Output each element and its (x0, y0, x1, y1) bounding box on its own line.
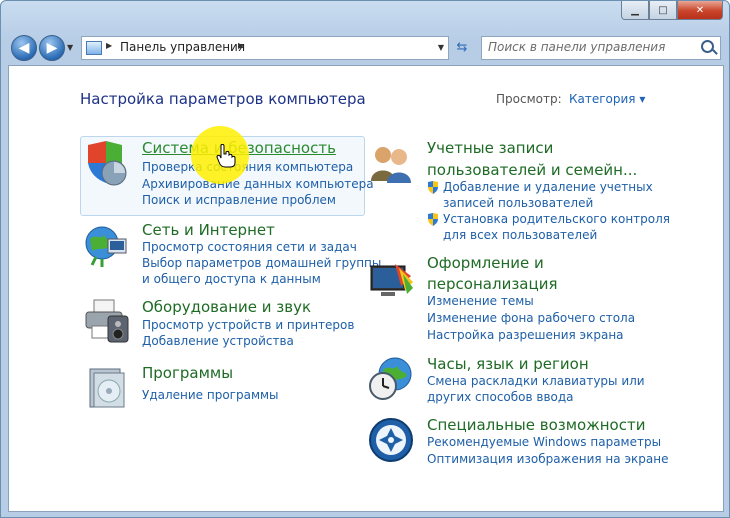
category-title-accessibility[interactable]: Специальные возможности (427, 416, 645, 434)
category-title-user-accounts-line1[interactable]: Учетные записи (427, 139, 553, 157)
accessibility-icon (369, 418, 413, 462)
forward-button[interactable]: ▶ (39, 35, 65, 61)
arrow-left-icon: ◀ (18, 40, 30, 56)
link-network-status[interactable]: Просмотр состояния сети и задач (142, 240, 357, 254)
search-icon[interactable] (701, 40, 714, 53)
link-homegroup[interactable]: Выбор параметров домашней группы (142, 256, 381, 270)
title-bar[interactable]: ▁ □ ✕ (1, 1, 729, 29)
refresh-icon: ⇆ (456, 39, 468, 55)
link-input-methods[interactable]: других способов ввода (427, 390, 574, 404)
content-area: Настройка параметров компьютера Просмотр… (8, 65, 724, 512)
breadcrumb-control-panel[interactable]: Панель управления (120, 40, 245, 54)
minimize-button[interactable]: ▁ (621, 1, 649, 20)
users-icon (371, 147, 411, 183)
arrow-right-icon: ▶ (46, 40, 58, 56)
control-panel-icon (86, 41, 102, 55)
close-button[interactable]: ✕ (677, 1, 723, 20)
network-globe-icon (85, 226, 127, 267)
category-title-user-accounts-line2[interactable]: пользователей и семейн... (427, 161, 637, 179)
search-box[interactable] (481, 36, 721, 60)
category-title-hardware-sound[interactable]: Оборудование и звук (142, 298, 311, 316)
link-parental-controls-cont[interactable]: для всех пользователей (443, 228, 597, 242)
breadcrumb-separator-icon[interactable]: ▶ (238, 41, 244, 50)
caption-buttons: ▁ □ ✕ (621, 1, 723, 20)
link-optimize-display[interactable]: Оптимизация изображения на экране (427, 452, 668, 466)
link-uninstall-program[interactable]: Удаление программы (142, 388, 279, 402)
programs-icon (89, 368, 125, 408)
appearance-icon (370, 264, 413, 296)
recent-pages-dropdown[interactable]: ▼ (67, 43, 73, 52)
category-title-programs[interactable]: Программы (142, 364, 233, 382)
category-title-clock-region[interactable]: Часы, язык и регион (427, 355, 589, 373)
security-shield-icon (88, 141, 127, 186)
link-backup-computer[interactable]: Архивирование данных компьютера (142, 177, 374, 191)
link-troubleshoot[interactable]: Поиск и исправление проблем (142, 193, 336, 207)
page-title: Настройка параметров компьютера (80, 90, 366, 108)
link-sharing[interactable]: и общего доступа к данным (142, 272, 321, 286)
view-by-dropdown[interactable]: Категория ▾ (569, 92, 645, 106)
view-label: Просмотр: (496, 92, 562, 106)
link-recommended-settings[interactable]: Рекомендуемые Windows параметры (427, 435, 661, 449)
link-parental-controls[interactable]: Установка родительского контроля (443, 212, 670, 226)
navigation-bar: ◀ ▶ ▼ ▶ Панель управления ▶ ▼ ⇆ (1, 31, 729, 65)
control-panel-window: ▁ □ ✕ ◀ ▶ ▼ ▶ Панель управления ▶ ▼ ⇆ На… (0, 0, 730, 518)
category-title-appearance-line2[interactable]: персонализация (427, 275, 557, 293)
breadcrumb-separator-icon[interactable]: ▶ (106, 41, 112, 50)
uac-shield-icon (428, 181, 438, 194)
back-button[interactable]: ◀ (11, 35, 37, 61)
printer-icon (85, 299, 129, 343)
link-add-remove-accounts-cont[interactable]: записей пользователей (443, 196, 593, 210)
search-input[interactable] (488, 40, 688, 54)
link-change-theme[interactable]: Изменение темы (427, 294, 534, 308)
address-dropdown-icon[interactable]: ▼ (438, 43, 444, 52)
hand-cursor-icon (216, 144, 236, 168)
clock-globe-icon (369, 357, 412, 400)
category-title-appearance-line1[interactable]: Оформление и (427, 254, 544, 272)
link-add-device[interactable]: Добавление устройства (142, 334, 294, 348)
maximize-button[interactable]: □ (649, 1, 677, 20)
refresh-button[interactable]: ⇆ (451, 36, 473, 58)
link-add-remove-accounts[interactable]: Добавление и удаление учетных (443, 180, 653, 194)
link-screen-resolution[interactable]: Настройка разрешения экрана (427, 328, 624, 342)
address-bar[interactable]: ▶ Панель управления ▶ ▼ (81, 36, 449, 60)
link-devices-printers[interactable]: Просмотр устройств и принтеров (142, 318, 354, 332)
uac-shield-icon (428, 213, 438, 226)
link-change-wallpaper[interactable]: Изменение фона рабочего стола (427, 311, 635, 325)
link-keyboard-layout[interactable]: Смена раскладки клавиатуры или (427, 374, 645, 388)
category-title-network[interactable]: Сеть и Интернет (142, 221, 275, 239)
